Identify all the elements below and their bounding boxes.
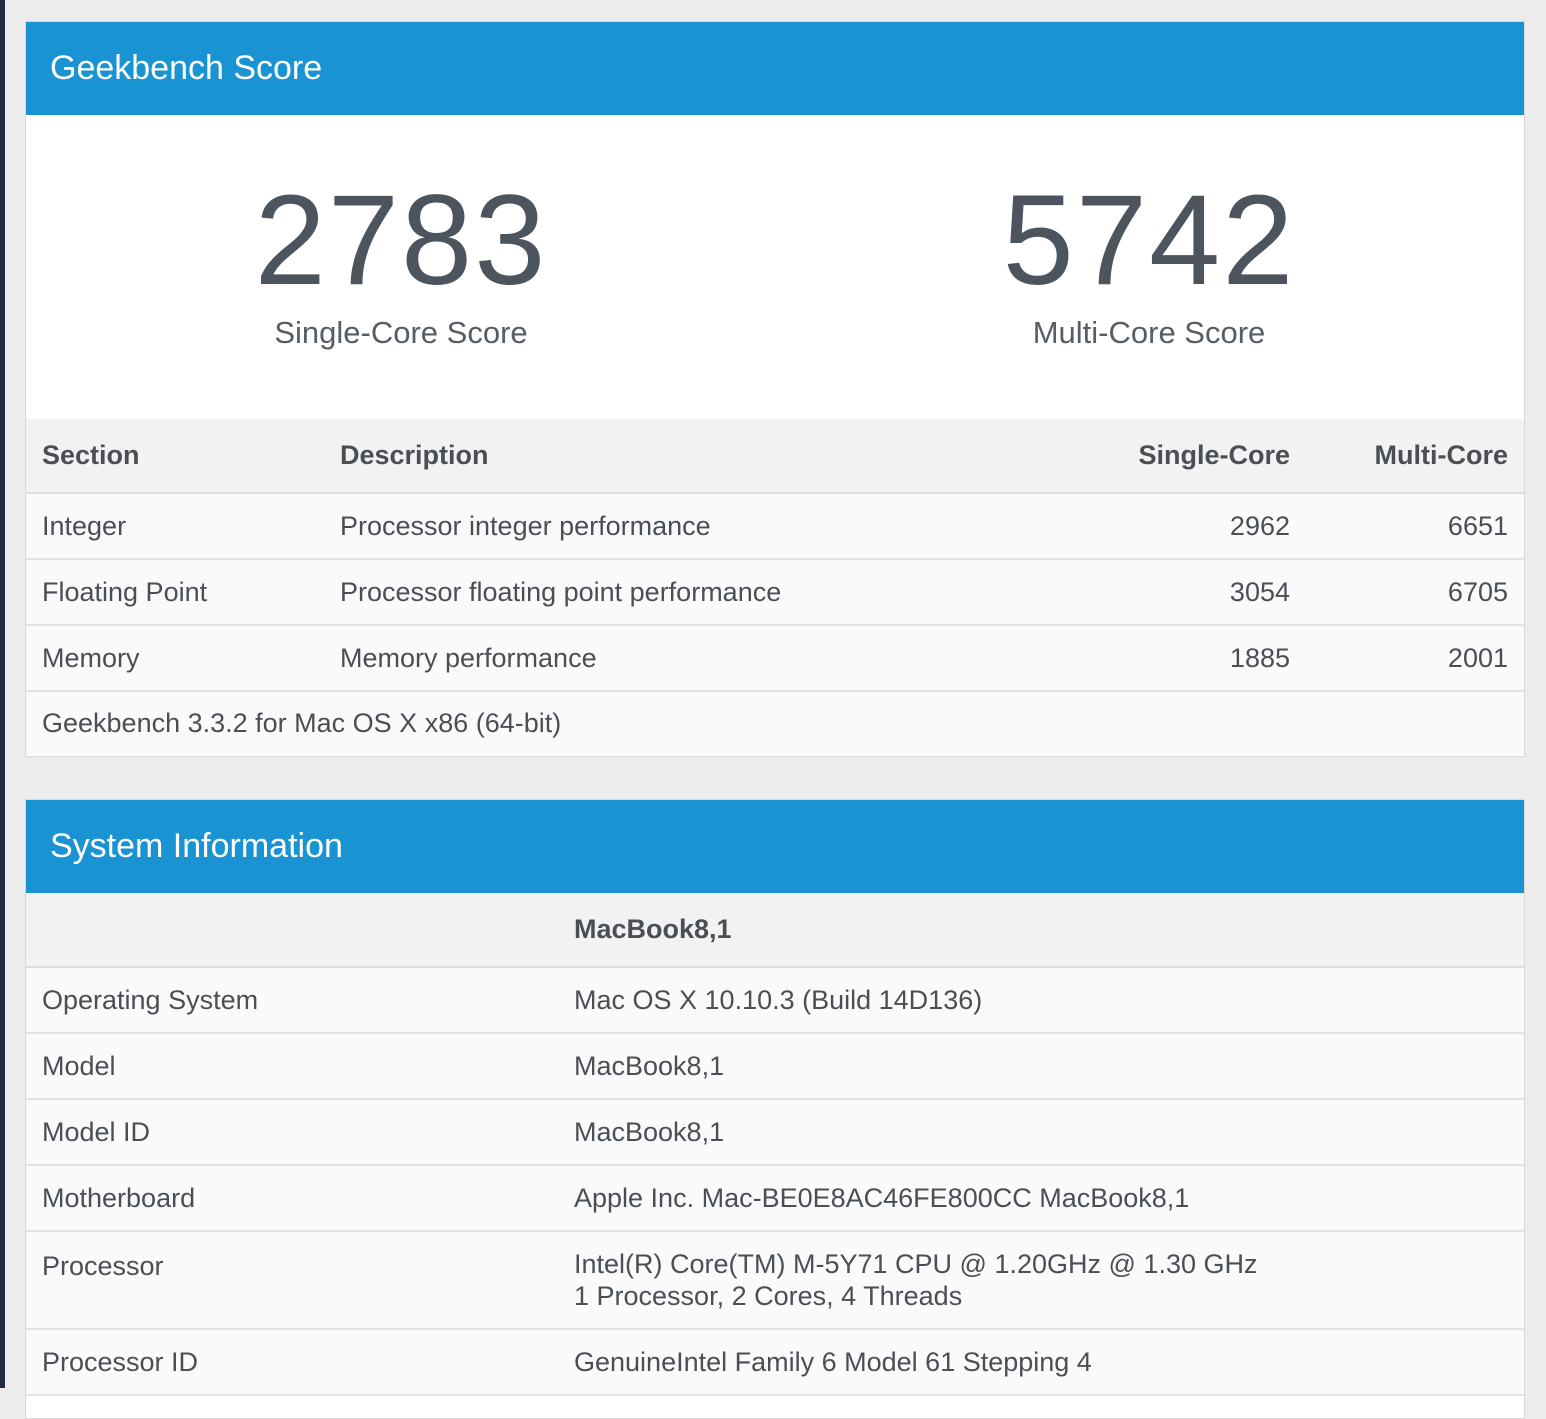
score-breakdown-table: Section Description Single-Core Multi-Co… [26,419,1524,755]
sysinfo-key: Operating System [26,967,558,1034]
sysinfo-value: Mac OS X 10.10.3 (Build 14D136) [558,967,1524,1034]
single-core-score-label: Single-Core Score [274,315,528,350]
sysinfo-key: Processor [26,1231,558,1330]
header-section: Section [26,419,324,494]
row-section: Integer [26,493,324,560]
table-footer-row: Geekbench 3.3.2 for Mac OS X x86 (64-bit… [26,691,1524,755]
sysinfo-key: Motherboard [26,1165,558,1232]
window-edge [0,0,5,1388]
score-panel-title: Geekbench Score [26,22,1524,115]
sysinfo-panel-title: System Information [26,800,1524,893]
table-row: Processor Intel(R) Core(TM) M-5Y71 CPU @… [26,1231,1524,1330]
row-section: Floating Point [26,559,324,626]
scores-area: 2783 Single-Core Score 5742 Multi-Core S… [26,115,1524,419]
table-row: Operating System Mac OS X 10.10.3 (Build… [26,967,1524,1034]
header-description: Description [324,419,1064,494]
row-multi-core: 6651 [1306,493,1524,560]
sysinfo-value: Intel(R) Core(TM) M-5Y71 CPU @ 1.20GHz @… [558,1231,1524,1330]
sysinfo-key: Model [26,1033,558,1100]
sysinfo-value: Apple Inc. Mac-BE0E8AC46FE800CC MacBook8… [558,1165,1524,1232]
single-core-score-block: 2783 Single-Core Score [101,177,701,351]
table-row: Model ID MacBook8,1 [26,1099,1524,1166]
sysinfo-header-row: MacBook8,1 [26,893,1524,968]
sysinfo-value: GenuineIntel Family 6 Model 61 Stepping … [558,1329,1524,1396]
multi-core-score-label: Multi-Core Score [1032,315,1266,350]
row-multi-core: 6705 [1306,559,1524,626]
sysinfo-value: MacBook8,1 [558,1099,1524,1166]
row-single-core: 2962 [1064,493,1306,560]
table-row: Motherboard Apple Inc. Mac-BE0E8AC46FE80… [26,1165,1524,1232]
multi-core-score-value: 5742 [1002,169,1296,312]
table-row: Processor ID GenuineIntel Family 6 Model… [26,1329,1524,1396]
sysinfo-value: MacBook8,1 [558,1033,1524,1100]
table-row: Integer Processor integer performance 29… [26,493,1524,560]
header-multi-core: Multi-Core [1306,419,1524,494]
row-single-core: 3054 [1064,559,1306,626]
sysinfo-key: Model ID [26,1099,558,1166]
row-single-core: 1885 [1064,625,1306,692]
header-single-core: Single-Core [1064,419,1306,494]
table-header-row: Section Description Single-Core Multi-Co… [26,419,1524,494]
table-row: Memory Memory performance 1885 2001 [26,625,1524,692]
multi-core-score-block: 5742 Multi-Core Score [849,177,1449,351]
geekbench-version-text: Geekbench 3.3.2 for Mac OS X x86 (64-bit… [26,691,1524,755]
sysinfo-header-model: MacBook8,1 [558,893,1524,968]
table-row: Model MacBook8,1 [26,1033,1524,1100]
processor-topology: 1 Processor, 2 Cores, 4 Threads [574,1281,963,1311]
sysinfo-key: Processor ID [26,1329,558,1396]
processor-name: Intel(R) Core(TM) M-5Y71 CPU @ 1.20GHz @… [574,1249,1258,1279]
system-information-panel: System Information MacBook8,1 Operating … [25,799,1525,1419]
row-section: Memory [26,625,324,692]
single-core-score-value: 2783 [254,169,548,312]
geekbench-score-panel: Geekbench Score 2783 Single-Core Score 5… [25,21,1525,757]
system-info-table: MacBook8,1 Operating System Mac OS X 10.… [26,893,1524,1396]
row-description: Processor floating point performance [324,559,1064,626]
sysinfo-header-key [26,893,558,968]
row-description: Memory performance [324,625,1064,692]
row-description: Processor integer performance [324,493,1064,560]
table-row: Floating Point Processor floating point … [26,559,1524,626]
row-multi-core: 2001 [1306,625,1524,692]
